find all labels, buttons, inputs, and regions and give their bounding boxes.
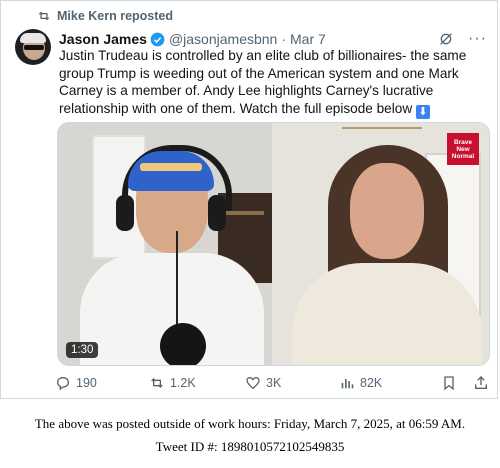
footer-posted-time: The above was posted outside of work hou… xyxy=(34,416,466,431)
grok-icon[interactable] xyxy=(438,31,454,47)
views-button[interactable]: 82K xyxy=(339,375,382,391)
bookmark-button[interactable] xyxy=(441,375,457,391)
tweet-actions: 190 1.2K 3K 82K xyxy=(55,374,491,392)
repost-button[interactable]: 1.2K xyxy=(149,375,196,391)
heart-icon xyxy=(246,376,260,390)
repost-icon xyxy=(151,378,163,388)
share-icon xyxy=(475,376,487,389)
video-right-pane: Brave New Normal xyxy=(272,123,489,365)
like-count: 3K xyxy=(266,376,282,390)
tweet-header: Jason James @jasonjamesbnn · Mar 7 ··· xyxy=(59,29,487,49)
tweet-text-block: Justin Trudeau is controlled by an elite… xyxy=(59,47,483,119)
analytics-icon xyxy=(341,379,354,389)
author-handle[interactable]: @jasonjamesbnn xyxy=(169,31,277,47)
video-duration: 1:30 xyxy=(66,342,99,358)
video-player[interactable]: Brave New Normal 1:30 xyxy=(57,122,490,366)
reply-button[interactable]: 190 xyxy=(55,375,97,391)
video-left-pane xyxy=(58,123,272,365)
reply-icon xyxy=(56,376,70,391)
separator-dot: · xyxy=(281,31,287,47)
verified-badge-icon xyxy=(150,32,165,46)
view-count: 82K xyxy=(360,376,383,390)
like-button[interactable]: 3K xyxy=(245,375,281,391)
share-button[interactable] xyxy=(473,375,489,391)
repost-label: Mike Kern reposted xyxy=(57,9,174,23)
tweet-text: Justin Trudeau is controlled by an elite… xyxy=(59,48,467,116)
repost-count: 1.2K xyxy=(170,376,196,390)
repost-icon xyxy=(38,11,50,21)
tweet-date[interactable]: Mar 7 xyxy=(290,31,326,47)
reply-count: 190 xyxy=(76,376,97,390)
tweet-card[interactable]: Mike Kern reposted Jason James @jasonjam… xyxy=(0,0,498,399)
more-options-icon[interactable]: ··· xyxy=(468,31,487,47)
brave-new-normal-logo: Brave New Normal xyxy=(447,133,479,165)
bookmark-icon xyxy=(444,376,454,391)
avatar[interactable] xyxy=(15,29,51,65)
repost-indicator: Mike Kern reposted xyxy=(37,9,173,23)
footer-tweet-id: Tweet ID #: 1898010572102549835 xyxy=(155,439,345,454)
down-arrow-emoji-icon: ⬇ xyxy=(415,104,430,119)
author-name[interactable]: Jason James xyxy=(59,31,147,47)
